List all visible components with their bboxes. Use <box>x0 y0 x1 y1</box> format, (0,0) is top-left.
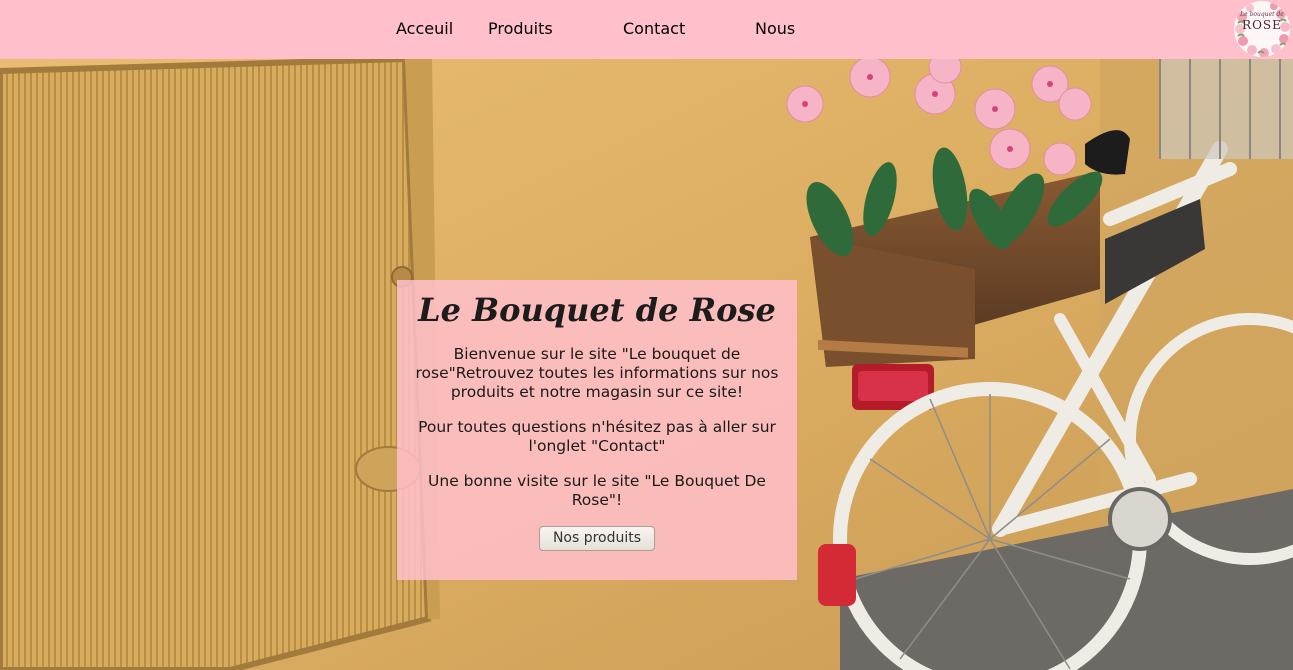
logo-line1: Le bouquet de <box>1240 11 1284 18</box>
welcome-card: Le Bouquet de Rose Bienvenue sur le site… <box>397 280 797 580</box>
visit-paragraph: Une bonne visite sur le site "Le Bouquet… <box>428 472 766 509</box>
site-logo[interactable]: Le bouquet de ROSE <box>1234 1 1290 57</box>
our-products-button[interactable]: Nos produits <box>538 526 656 551</box>
page: Acceuil Produits Contact Nous Le bouquet… <box>0 0 1293 670</box>
hero-title: Le Bouquet de Rose <box>418 291 776 329</box>
contact-paragraph: Pour toutes questions n'hésitez pas à al… <box>418 418 776 455</box>
logo-line2: ROSE <box>1242 18 1282 32</box>
nav-link-nous[interactable]: Nous <box>755 19 795 39</box>
welcome-paragraph: Bienvenue sur le site "Le bouquet de ros… <box>415 345 779 401</box>
nav-link-acceuil[interactable]: Acceuil <box>396 19 453 39</box>
nav-link-contact[interactable]: Contact <box>623 19 685 39</box>
nav-link-produits[interactable]: Produits <box>488 19 553 39</box>
top-navbar: Acceuil Produits Contact Nous Le bouquet… <box>0 0 1293 59</box>
